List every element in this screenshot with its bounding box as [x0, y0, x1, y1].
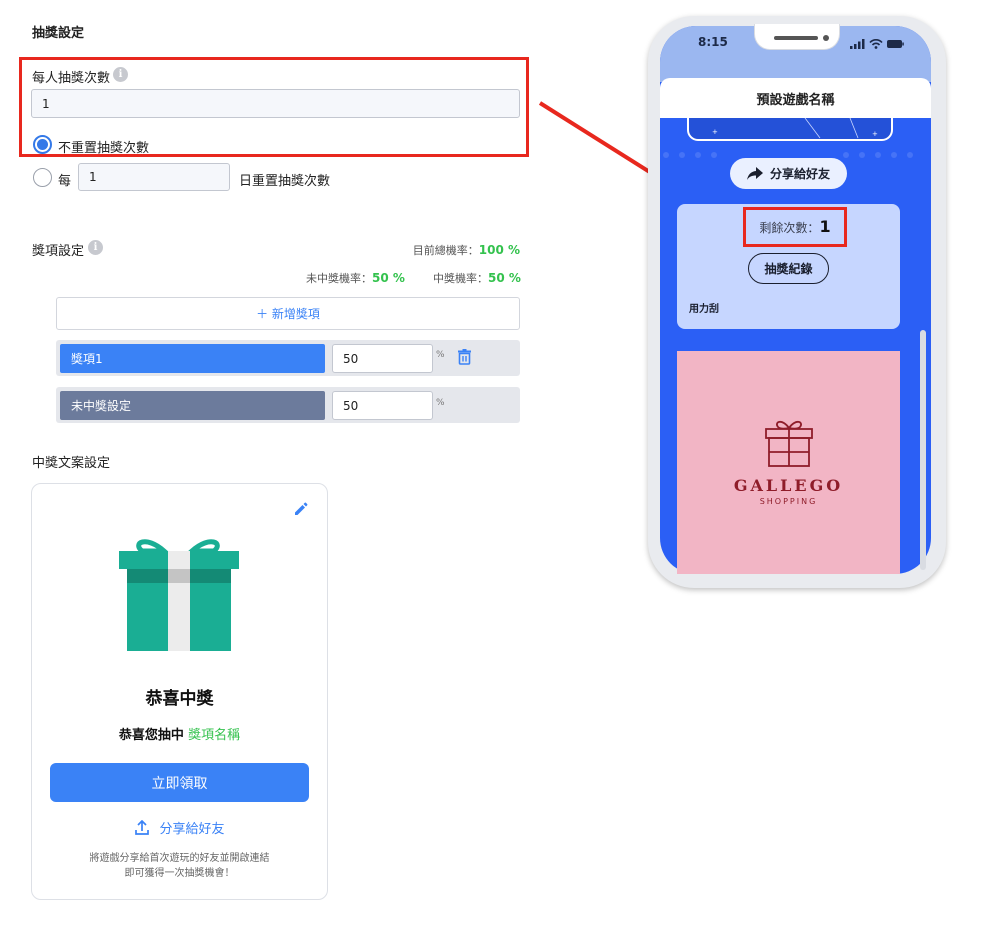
- speaker-grille: [774, 36, 818, 40]
- share-footnote: 將遊戲分享給首次遊玩的好友並開啟連結 即可獲得一次抽獎機會！: [31, 851, 328, 881]
- prize-name-field[interactable]: 獎項1: [60, 344, 325, 373]
- total-rate-label: 目前總機率：: [412, 244, 479, 257]
- no-win-rate-input[interactable]: 50: [332, 391, 433, 420]
- prize-rate-value: 50: [343, 351, 359, 366]
- radio-reset-every[interactable]: [33, 168, 52, 187]
- phone-share-button[interactable]: 分享給好友: [730, 158, 847, 189]
- win-subtitle-prize: 獎項名稱: [188, 728, 241, 743]
- per-person-label: 每人抽獎次數: [32, 71, 111, 86]
- phone-share-label: 分享給好友: [769, 167, 830, 181]
- win-subtitle-prefix: 恭喜您抽中: [118, 728, 184, 743]
- share-footnote-line2: 即可獲得一次抽獎機會！: [124, 868, 235, 879]
- win-subtitle: 恭喜您抽中 獎項名稱: [31, 724, 328, 743]
- brand-gift-icon: [764, 418, 814, 468]
- share-arrow-icon: [746, 167, 763, 180]
- camera-dot: [823, 35, 829, 41]
- radio-every-label: 每: [58, 174, 72, 189]
- lottery-settings-title: 抽獎設定: [32, 26, 85, 41]
- win-rate: 中獎機率： 50 %: [433, 270, 521, 286]
- share-footnote-line1: 將遊戲分享給首次遊玩的好友並開啟連結: [89, 853, 270, 864]
- win-rate-label: 中獎機率：: [433, 272, 488, 285]
- scratch-label: 用力刮: [689, 304, 719, 315]
- percent-unit: %: [436, 398, 445, 408]
- reset-days-input-value: 1: [89, 170, 97, 184]
- share-link[interactable]: 分享給好友: [31, 818, 328, 837]
- game-title-bar: 預設遊戲名稱: [660, 78, 931, 118]
- remaining-value: 1: [819, 217, 831, 236]
- svg-text:+: +: [872, 130, 878, 138]
- lose-rate-value: 50 %: [372, 271, 405, 285]
- win-text-settings-title: 中獎文案設定: [32, 456, 111, 471]
- radio-no-reset[interactable]: [33, 135, 52, 154]
- win-rate-value: 50 %: [488, 271, 521, 285]
- lose-rate: 未中獎機率： 50 %: [306, 270, 405, 286]
- add-prize-button[interactable]: ＋ 新增獎項: [56, 297, 520, 330]
- remaining-label: 剩餘次數：: [759, 221, 820, 235]
- no-win-rate-value: 50: [343, 398, 359, 413]
- share-link-label: 分享給好友: [159, 822, 225, 837]
- phone-scrollbar[interactable]: [920, 330, 926, 570]
- game-title: 預設遊戲名稱: [756, 92, 835, 108]
- remaining-count: 剩餘次數： 1: [743, 217, 847, 236]
- lose-rate-label: 未中獎機率：: [306, 272, 372, 285]
- game-board-decoration: + +: [660, 118, 931, 162]
- status-icons: [850, 35, 904, 49]
- prize-settings-title: 獎項設定: [32, 244, 85, 259]
- total-rate: 目前總機率： 100 %: [413, 242, 520, 258]
- radio-reset-suffix-label: 日重置抽獎次數: [239, 174, 331, 189]
- no-win-name-field: 未中獎設定: [60, 391, 325, 420]
- brand-name: GALLEGO: [733, 476, 844, 495]
- trash-icon[interactable]: [457, 349, 472, 365]
- total-rate-value: 100 %: [478, 243, 520, 257]
- pencil-icon[interactable]: [293, 502, 308, 517]
- gift-icon: [118, 533, 240, 653]
- prize-info-icon[interactable]: i: [88, 240, 103, 255]
- claim-button[interactable]: 立即領取: [50, 763, 309, 802]
- brand-tagline: SHOPPING: [759, 497, 818, 506]
- history-button[interactable]: 抽獎紀錄: [748, 253, 829, 284]
- info-icon[interactable]: i: [113, 67, 128, 82]
- percent-unit: %: [436, 350, 445, 360]
- reset-days-input[interactable]: 1: [78, 163, 230, 191]
- status-time: 8:15: [698, 35, 728, 49]
- prize-rate-input[interactable]: 50: [332, 344, 433, 373]
- per-person-input[interactable]: 1: [31, 89, 520, 118]
- radio-no-reset-label: 不重置抽獎次數: [58, 141, 150, 156]
- per-person-input-value: 1: [42, 96, 50, 111]
- upload-share-icon: [134, 819, 150, 836]
- win-title: 恭喜中獎: [145, 689, 214, 709]
- svg-text:+: +: [712, 128, 718, 136]
